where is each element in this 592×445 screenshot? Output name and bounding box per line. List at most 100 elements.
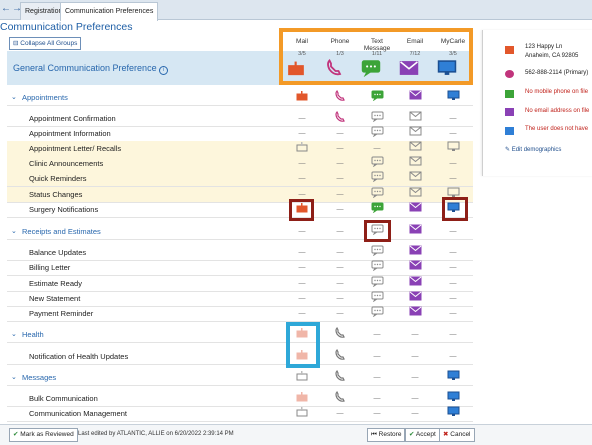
text-toggle-icon[interactable] xyxy=(364,171,390,186)
mycarle-toggle-icon[interactable] xyxy=(440,141,466,156)
empty-cell[interactable]: — xyxy=(440,349,466,364)
empty-cell[interactable]: — xyxy=(440,327,466,342)
phone-toggle-icon[interactable] xyxy=(327,326,353,342)
empty-cell[interactable]: — xyxy=(289,224,315,239)
empty-cell[interactable]: — xyxy=(402,370,428,385)
mycarle-toggle-icon[interactable] xyxy=(440,90,466,105)
edit-demographics-link[interactable]: ✎ Edit demographics xyxy=(505,146,561,153)
email-toggle-icon[interactable] xyxy=(402,126,428,141)
email-toggle-icon[interactable] xyxy=(402,260,428,275)
cancel-button[interactable]: ✖ Cancel xyxy=(439,428,475,442)
empty-cell[interactable]: — xyxy=(327,202,353,217)
empty-cell[interactable]: — xyxy=(440,126,466,141)
phone-toggle-icon[interactable] xyxy=(327,390,353,406)
text-toggle-icon[interactable] xyxy=(364,245,390,260)
email-toggle-icon[interactable] xyxy=(402,141,428,156)
mark-as-reviewed-button[interactable]: ✔ Mark as Reviewed xyxy=(9,428,78,442)
mail-toggle-icon[interactable] xyxy=(289,90,315,105)
empty-cell[interactable]: — xyxy=(364,141,390,156)
empty-cell[interactable]: — xyxy=(364,406,390,421)
phone-toggle-icon[interactable] xyxy=(327,110,353,126)
text-toggle-icon[interactable] xyxy=(364,291,390,306)
empty-cell[interactable]: — xyxy=(440,224,466,239)
email-toggle-icon[interactable] xyxy=(402,187,428,202)
info-icon[interactable]: i xyxy=(159,66,169,75)
empty-cell[interactable]: — xyxy=(327,187,353,202)
empty-cell[interactable]: — xyxy=(327,171,353,186)
empty-cell[interactable]: — xyxy=(440,171,466,186)
mail-toggle-icon[interactable] xyxy=(289,391,315,406)
empty-cell[interactable]: — xyxy=(327,291,353,306)
phone-toggle-icon[interactable] xyxy=(327,348,353,364)
email-toggle-icon[interactable] xyxy=(402,171,428,186)
empty-cell[interactable]: — xyxy=(327,156,353,171)
empty-cell[interactable]: — xyxy=(402,327,428,342)
empty-cell[interactable]: — xyxy=(327,224,353,239)
empty-cell[interactable]: — xyxy=(327,306,353,321)
text-toggle-icon[interactable] xyxy=(364,260,390,275)
empty-cell[interactable]: — xyxy=(289,111,315,126)
empty-cell[interactable]: — xyxy=(364,349,390,364)
email-toggle-icon[interactable] xyxy=(402,245,428,260)
empty-cell[interactable]: — xyxy=(327,260,353,275)
mail-toggle-icon[interactable] xyxy=(289,141,315,156)
text-toggle-icon[interactable] xyxy=(364,111,390,126)
tab-communication-preferences[interactable]: Communication Preferences xyxy=(60,2,159,21)
email-toggle-icon[interactable] xyxy=(402,156,428,171)
mycarle-toggle-icon[interactable] xyxy=(440,391,466,406)
empty-cell[interactable]: — xyxy=(402,391,428,406)
chevron-down-icon[interactable]: ⌄ xyxy=(11,224,17,239)
mail-toggle-icon[interactable] xyxy=(289,370,315,385)
text-toggle-icon[interactable] xyxy=(364,202,390,217)
email-toggle-icon[interactable] xyxy=(402,202,428,217)
empty-cell[interactable]: — xyxy=(364,327,390,342)
chevron-down-icon[interactable]: ⌄ xyxy=(11,90,17,105)
empty-cell[interactable]: — xyxy=(364,391,390,406)
collapse-all-groups-button[interactable]: ⊟ Collapse All Groups xyxy=(9,37,82,50)
empty-cell[interactable]: — xyxy=(289,245,315,260)
empty-cell[interactable]: — xyxy=(364,370,390,385)
empty-cell[interactable]: — xyxy=(289,171,315,186)
empty-cell[interactable]: — xyxy=(289,260,315,275)
text-toggle-icon[interactable] xyxy=(364,187,390,202)
empty-cell[interactable]: — xyxy=(327,276,353,291)
empty-cell[interactable]: — xyxy=(289,126,315,141)
empty-cell[interactable]: — xyxy=(402,349,428,364)
empty-cell[interactable]: — xyxy=(440,306,466,321)
empty-cell[interactable]: — xyxy=(440,276,466,291)
email-toggle-icon[interactable] xyxy=(402,306,428,321)
empty-cell[interactable]: — xyxy=(327,126,353,141)
phone-toggle-icon[interactable] xyxy=(327,89,353,105)
mycarle-toggle-icon[interactable] xyxy=(440,370,466,385)
mycarle-toggle-icon[interactable] xyxy=(440,406,466,421)
accept-button[interactable]: ✔ Accept xyxy=(405,428,440,442)
empty-cell[interactable]: — xyxy=(440,111,466,126)
email-toggle-icon[interactable] xyxy=(402,111,428,126)
chevron-down-icon[interactable]: ⌄ xyxy=(11,370,17,385)
empty-cell[interactable]: — xyxy=(402,406,428,421)
text-toggle-icon[interactable] xyxy=(364,126,390,141)
empty-cell[interactable]: — xyxy=(289,276,315,291)
phone-toggle-icon[interactable] xyxy=(327,369,353,385)
email-toggle-icon[interactable] xyxy=(402,90,428,105)
empty-cell[interactable]: — xyxy=(289,306,315,321)
text-toggle-icon[interactable] xyxy=(364,90,390,105)
mail-toggle-icon[interactable] xyxy=(289,406,315,421)
empty-cell[interactable]: — xyxy=(289,291,315,306)
text-toggle-icon[interactable] xyxy=(364,276,390,291)
restore-button[interactable]: ⏮ Restore xyxy=(367,428,406,442)
chevron-down-icon[interactable]: ⌄ xyxy=(11,327,17,342)
empty-cell[interactable]: — xyxy=(440,260,466,275)
email-toggle-icon[interactable] xyxy=(402,291,428,306)
empty-cell[interactable]: — xyxy=(440,245,466,260)
empty-cell[interactable]: — xyxy=(440,291,466,306)
text-toggle-icon[interactable] xyxy=(364,156,390,171)
empty-cell[interactable]: — xyxy=(327,406,353,421)
email-toggle-icon[interactable] xyxy=(402,276,428,291)
text-toggle-icon[interactable] xyxy=(364,306,390,321)
email-toggle-icon[interactable] xyxy=(402,224,428,239)
empty-cell[interactable]: — xyxy=(289,156,315,171)
empty-cell[interactable]: — xyxy=(327,245,353,260)
empty-cell[interactable]: — xyxy=(440,156,466,171)
empty-cell[interactable]: — xyxy=(327,141,353,156)
